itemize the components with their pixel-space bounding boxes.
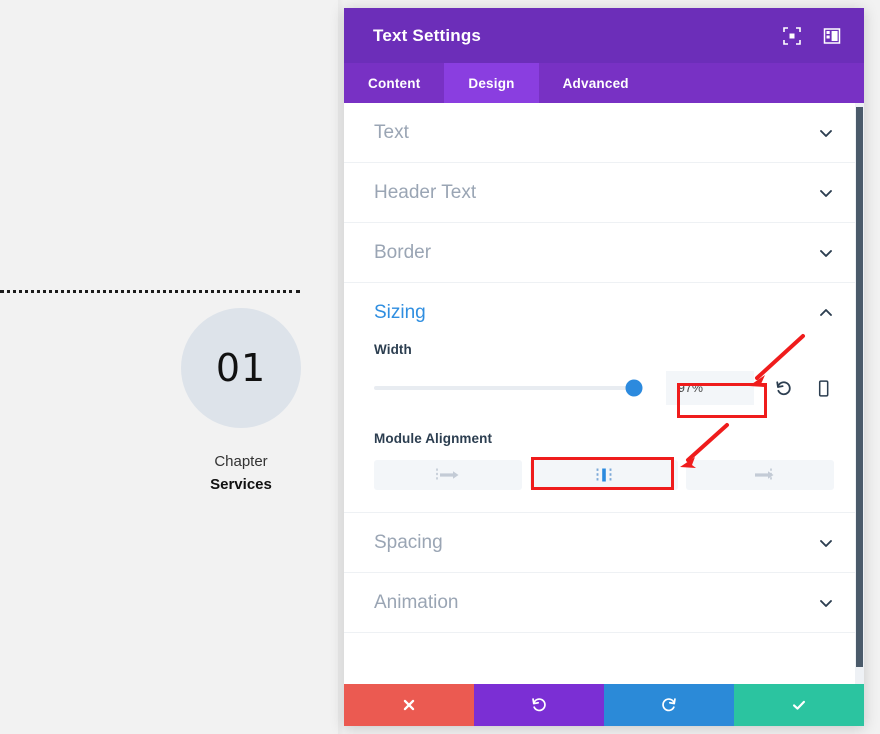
section-sizing-body: Width 97% Module Alignment — [344, 342, 864, 512]
section-border-title: Border — [374, 241, 432, 263]
screen-root: 01 Chapter Services Text Settings Conten… — [0, 0, 880, 734]
redo-button[interactable] — [604, 684, 734, 726]
width-slider[interactable] — [374, 377, 643, 399]
dotted-divider — [0, 290, 300, 293]
section-border: Border — [344, 223, 864, 283]
section-spacing-header[interactable]: Spacing — [344, 513, 864, 572]
align-left-button[interactable] — [374, 460, 522, 490]
undo-icon — [532, 698, 546, 712]
section-sizing: Sizing Width 97% Module Alignment — [344, 283, 864, 513]
chevron-down-icon[interactable] — [818, 535, 834, 551]
section-animation: Animation — [344, 573, 864, 633]
section-spacing: Spacing — [344, 513, 864, 573]
width-input[interactable] — [666, 371, 754, 405]
align-right-button[interactable] — [686, 460, 834, 490]
chevron-down-icon[interactable] — [818, 185, 834, 201]
modal-tabbar: Content Design Advanced — [344, 63, 864, 103]
section-animation-title: Animation — [374, 591, 459, 613]
chapter-number-circle: 01 — [181, 308, 301, 428]
chevron-down-icon[interactable] — [818, 245, 834, 261]
section-text-title: Text — [374, 121, 409, 143]
section-spacing-title: Spacing — [374, 531, 443, 553]
check-icon — [792, 700, 806, 710]
layout-panel-icon[interactable] — [822, 26, 842, 46]
modal-title: Text Settings — [373, 25, 482, 45]
section-header-text: Header Text — [344, 163, 864, 223]
chevron-down-icon[interactable] — [818, 125, 834, 141]
align-center-button[interactable] — [530, 460, 678, 490]
settings-scrollbar-track[interactable] — [855, 103, 864, 684]
section-text: Text — [344, 103, 864, 163]
page-preview-canvas: 01 Chapter Services — [0, 0, 344, 734]
cancel-button[interactable] — [344, 684, 474, 726]
modal-body: Text Header Text Border Sizing Width 97%… — [344, 103, 864, 684]
close-icon — [403, 699, 415, 711]
section-border-header[interactable]: Border — [344, 223, 864, 282]
module-alignment-label: Module Alignment — [374, 431, 493, 446]
text-settings-modal: Text Settings Content Design Advanced Te… — [344, 8, 864, 726]
undo-button[interactable] — [474, 684, 604, 726]
width-slider-track — [374, 386, 642, 390]
tab-advanced[interactable]: Advanced — [539, 63, 653, 103]
mobile-device-icon[interactable] — [812, 375, 834, 401]
tab-content[interactable]: Content — [344, 63, 444, 103]
modal-header-actions — [782, 26, 842, 46]
chevron-down-icon[interactable] — [818, 595, 834, 611]
section-sizing-title: Sizing — [374, 301, 426, 323]
chapter-label-text: Chapter — [214, 453, 268, 470]
chapter-title-text: Services — [210, 476, 272, 494]
section-animation-header[interactable]: Animation — [344, 573, 864, 632]
width-slider-thumb[interactable] — [625, 379, 643, 397]
save-button[interactable] — [734, 684, 864, 726]
width-label: Width — [374, 342, 412, 357]
module-alignment-group — [374, 460, 834, 490]
reset-icon[interactable] — [772, 375, 794, 401]
section-header-text-title: Header Text — [374, 181, 477, 203]
width-control-row — [374, 371, 834, 405]
redo-icon — [662, 698, 676, 712]
tab-design[interactable]: Design — [444, 63, 539, 103]
section-sizing-header[interactable]: Sizing — [344, 283, 864, 342]
chapter-module[interactable]: 01 Chapter Services — [178, 308, 304, 497]
settings-scrollbar-thumb[interactable] — [856, 107, 863, 667]
section-header-text-header[interactable]: Header Text — [344, 163, 864, 222]
chapter-number-text: 01 — [215, 346, 267, 390]
section-text-header[interactable]: Text — [344, 103, 864, 162]
modal-footer — [344, 684, 864, 726]
modal-header: Text Settings — [344, 8, 864, 63]
focus-icon[interactable] — [782, 26, 802, 46]
chevron-up-icon[interactable] — [818, 305, 834, 321]
